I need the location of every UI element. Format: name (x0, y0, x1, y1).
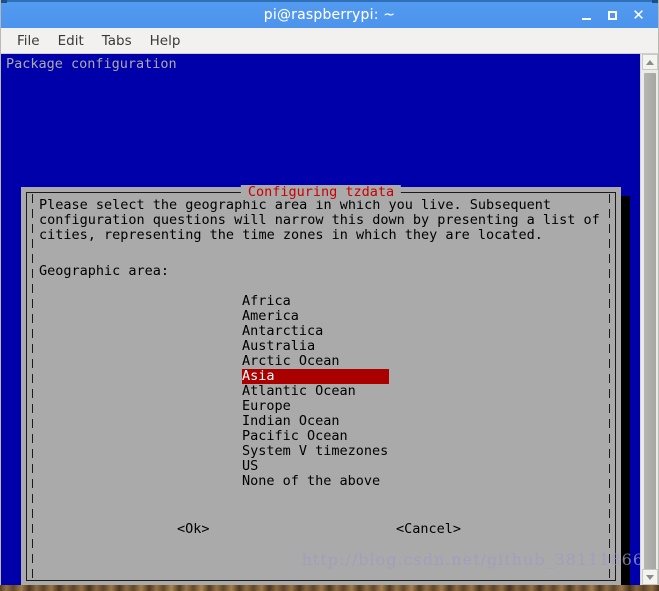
dialog-button-row: <Ok> <Cancel> (21, 522, 621, 538)
maximize-icon (608, 11, 617, 20)
list-item[interactable]: Africa (242, 294, 392, 309)
terminal-screen[interactable]: Package configuration Configuring tzdata… (1, 54, 642, 585)
list-item[interactable]: Europe (242, 399, 392, 414)
list-item[interactable]: America (242, 309, 392, 324)
window-title: pi@raspberrypi: ~ (264, 7, 395, 23)
terminal-area: Package configuration Configuring tzdata… (1, 54, 658, 585)
chevron-up-icon (646, 60, 654, 65)
list-item[interactable]: Indian Ocean (242, 414, 392, 429)
list-item[interactable]: Arctic Ocean (242, 354, 392, 369)
scroll-down-button[interactable] (642, 569, 658, 585)
terminal-window: pi@raspberrypi: ~ ✕ File Edit Tabs Help … (0, 0, 659, 585)
list-item[interactable]: Atlantic Ocean (242, 384, 392, 399)
close-button[interactable]: ✕ (631, 6, 646, 24)
menu-item-help[interactable]: Help (141, 31, 190, 51)
window-titlebar[interactable]: pi@raspberrypi: ~ ✕ (1, 0, 658, 28)
geographic-area-label: Geographic area: (39, 264, 169, 279)
ok-button[interactable]: <Ok> (177, 522, 210, 537)
list-item[interactable]: Pacific Ocean (242, 429, 392, 444)
close-icon: ✕ (632, 8, 645, 23)
chevron-down-icon (646, 575, 654, 580)
terminal-scrollbar[interactable] (640, 54, 658, 585)
list-item[interactable]: Antarctica (242, 324, 392, 339)
watermark-text: http://blog.csdn.net/github_38111866 (302, 552, 642, 567)
list-item[interactable]: Australia (242, 339, 392, 354)
scrollbar-thumb[interactable] (644, 73, 656, 573)
maximize-button[interactable] (605, 6, 620, 24)
window-controls: ✕ (579, 2, 652, 28)
dialog-description: Please select the geographic area in whi… (39, 198, 603, 243)
tzdata-configuration-dialog: Configuring tzdata Please select the geo… (21, 187, 621, 585)
list-item-selected[interactable]: Asia (242, 369, 389, 384)
dialog-title: Configuring tzdata (241, 185, 401, 200)
menu-item-edit[interactable]: Edit (49, 31, 93, 51)
list-item[interactable]: None of the above (242, 474, 392, 489)
menubar: File Edit Tabs Help (1, 28, 658, 54)
menu-item-tabs[interactable]: Tabs (93, 31, 141, 51)
menu-item-file[interactable]: File (8, 31, 49, 51)
package-configuration-header: Package configuration (6, 57, 177, 72)
list-item[interactable]: US (242, 459, 392, 474)
minimize-icon (582, 18, 591, 20)
geographic-area-list[interactable]: Africa America Antarctica Australia Arct… (242, 294, 392, 489)
list-item[interactable]: System V timezones (242, 444, 392, 459)
cancel-button[interactable]: <Cancel> (396, 522, 461, 537)
minimize-button[interactable] (579, 6, 594, 24)
scroll-up-button[interactable] (642, 54, 658, 70)
